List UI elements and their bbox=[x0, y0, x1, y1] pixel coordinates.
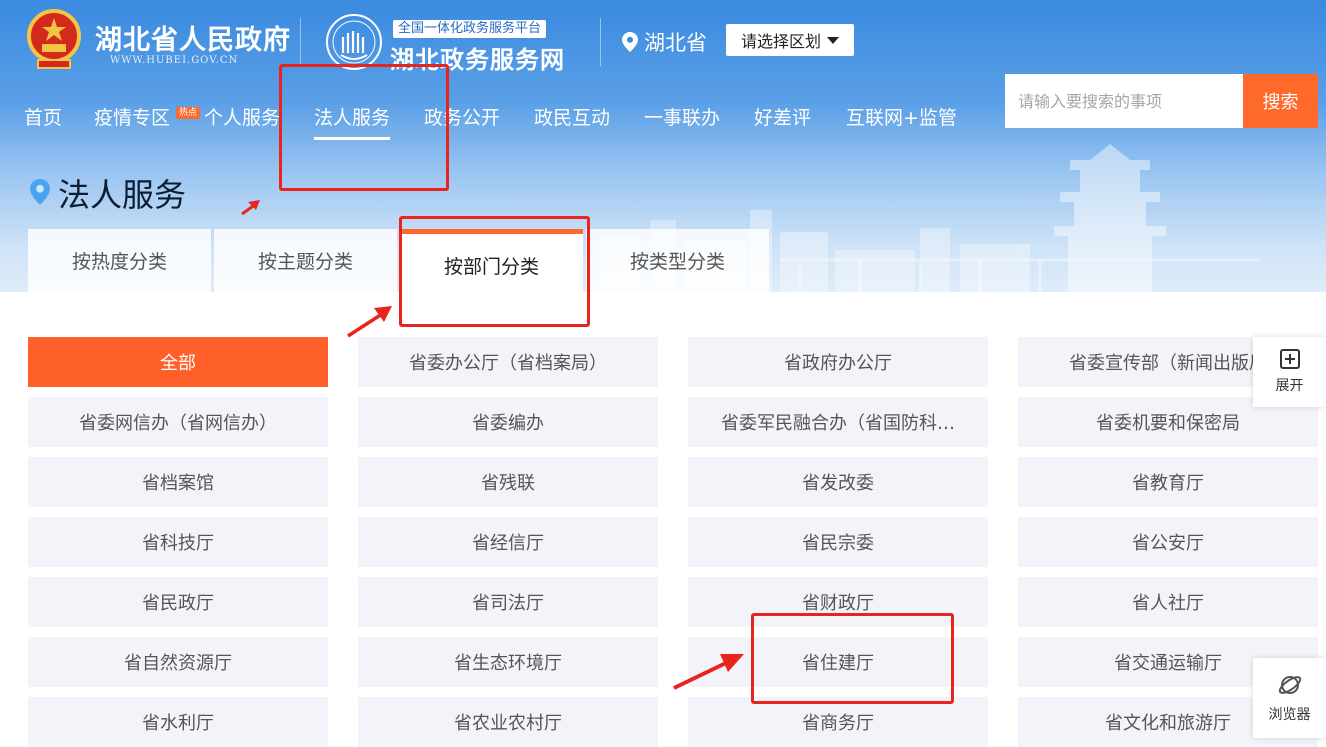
department-item[interactable]: 省司法厅 bbox=[358, 577, 658, 627]
national-emblem-icon[interactable] bbox=[24, 8, 84, 70]
department-item[interactable]: 省生态环境厅 bbox=[358, 637, 658, 687]
location-pin-icon bbox=[622, 32, 638, 52]
department-item[interactable]: 省人社厅 bbox=[1018, 577, 1318, 627]
nav-internet-supervision[interactable]: 互联网+监管 bbox=[846, 103, 957, 130]
tab-by-department[interactable]: 按部门分类 bbox=[400, 229, 583, 292]
browser-button[interactable]: 浏览器 bbox=[1253, 658, 1326, 738]
department-item[interactable]: 省公安厅 bbox=[1018, 517, 1318, 567]
hot-badge: 热点 bbox=[176, 107, 201, 119]
header-divider bbox=[300, 18, 301, 66]
department-item[interactable]: 省委办公厅（省档案局） bbox=[358, 337, 658, 387]
annotation-arrow-icon bbox=[347, 306, 392, 338]
location-label: 湖北省 bbox=[644, 31, 707, 55]
page-title-text: 法人服务 bbox=[58, 176, 187, 214]
nav-one-thing-service[interactable]: 一事联办 bbox=[644, 103, 720, 130]
header-banner: 湖北省人民政府 WWW.HUBEI.GOV.CN 全国一体化政务服务平台 湖北政… bbox=[0, 0, 1326, 292]
browser-icon bbox=[1278, 676, 1301, 694]
nav-legal-entity-services[interactable]: 法人服务 bbox=[314, 103, 391, 140]
department-item[interactable]: 省委编办 bbox=[358, 397, 658, 447]
department-item[interactable]: 省自然资源厅 bbox=[28, 637, 328, 687]
nav-public-interaction[interactable]: 政民互动 bbox=[534, 103, 610, 130]
platform-tag: 全国一体化政务服务平台 bbox=[393, 20, 547, 38]
site-name[interactable]: 湖北省人民政府 bbox=[95, 18, 291, 57]
department-item[interactable]: 省教育厅 bbox=[1018, 457, 1318, 507]
search-input[interactable] bbox=[1005, 74, 1243, 128]
department-item[interactable]: 省水利厅 bbox=[28, 697, 328, 747]
expand-label: 展开 bbox=[1275, 378, 1304, 394]
header-divider bbox=[600, 18, 601, 66]
department-item[interactable]: 省政府办公厅 bbox=[688, 337, 988, 387]
department-item-all[interactable]: 全部 bbox=[28, 337, 328, 387]
department-item[interactable]: 省发改委 bbox=[688, 457, 988, 507]
expand-button[interactable]: 展开 bbox=[1253, 337, 1326, 407]
nav-government-affairs[interactable]: 政务公开 bbox=[424, 103, 500, 130]
department-item[interactable]: 省委军民融合办（省国防科… bbox=[688, 397, 988, 447]
department-item[interactable]: 省经信厅 bbox=[358, 517, 658, 567]
plus-square-icon bbox=[1279, 349, 1300, 369]
location: 湖北省 bbox=[622, 27, 707, 57]
department-item[interactable]: 省财政厅 bbox=[688, 577, 988, 627]
page-title: 法人服务 bbox=[30, 170, 186, 216]
department-item[interactable]: 省农业农村厅 bbox=[358, 697, 658, 747]
department-item-housing[interactable]: 省住建厅 bbox=[688, 637, 988, 687]
location-pin-icon bbox=[30, 179, 50, 205]
platform-logo-icon[interactable] bbox=[325, 13, 383, 71]
nav-epidemic[interactable]: 疫情专区 bbox=[94, 103, 170, 130]
site-url: WWW.HUBEI.GOV.CN bbox=[110, 55, 239, 66]
tab-by-type[interactable]: 按类型分类 bbox=[586, 229, 769, 292]
nav-personal-services[interactable]: 个人服务 bbox=[204, 103, 280, 130]
nav-home[interactable]: 首页 bbox=[24, 103, 62, 130]
tab-by-popularity[interactable]: 按热度分类 bbox=[28, 229, 211, 292]
region-select-label: 请选择区划 bbox=[740, 32, 821, 51]
browser-label: 浏览器 bbox=[1268, 707, 1311, 723]
search-button[interactable]: 搜索 bbox=[1243, 74, 1318, 128]
department-item[interactable]: 省民政厅 bbox=[28, 577, 328, 627]
platform-name[interactable]: 湖北政务服务网 bbox=[390, 40, 565, 75]
department-item[interactable]: 省残联 bbox=[358, 457, 658, 507]
department-item[interactable]: 省委网信办（省网信办） bbox=[28, 397, 328, 447]
department-item[interactable]: 省科技厅 bbox=[28, 517, 328, 567]
department-item[interactable]: 省商务厅 bbox=[688, 697, 988, 747]
chevron-down-icon bbox=[827, 36, 839, 44]
region-select[interactable]: 请选择区划 bbox=[726, 24, 854, 56]
top-bar: 湖北省人民政府 WWW.HUBEI.GOV.CN 全国一体化政务服务平台 湖北政… bbox=[0, 0, 1326, 76]
nav-evaluation[interactable]: 好差评 bbox=[754, 103, 811, 130]
tab-by-theme[interactable]: 按主题分类 bbox=[214, 229, 397, 292]
department-item[interactable]: 省民宗委 bbox=[688, 517, 988, 567]
department-item[interactable]: 省档案馆 bbox=[28, 457, 328, 507]
